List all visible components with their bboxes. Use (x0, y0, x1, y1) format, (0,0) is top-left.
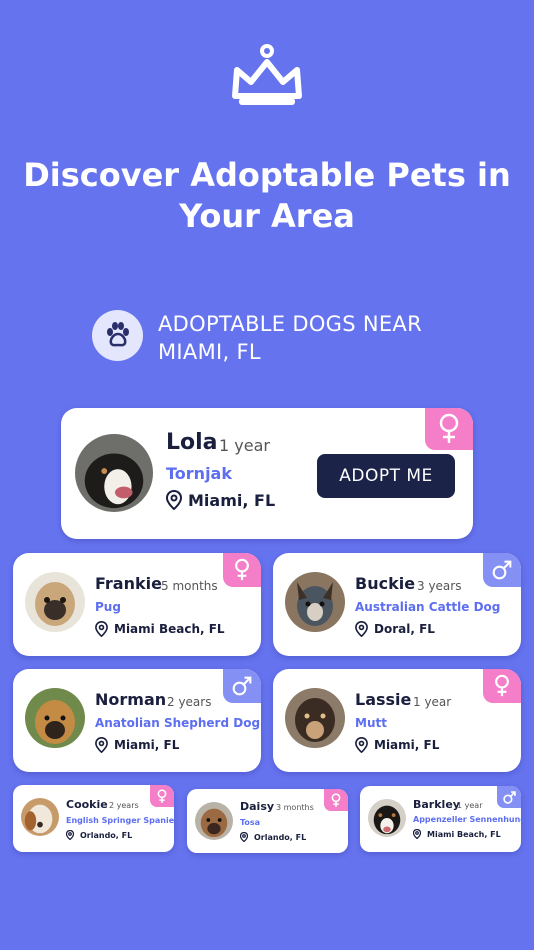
pet-photo (285, 688, 345, 748)
female-badge (324, 789, 348, 811)
adopt-me-button[interactable]: ADOPT ME (317, 454, 455, 498)
pet-age: 1 year (413, 695, 452, 709)
pet-location: Doral, FL (355, 621, 435, 637)
pet-age: 1 year (457, 801, 483, 810)
pet-name: Norman (95, 690, 167, 709)
female-badge (223, 553, 261, 587)
pet-name: Daisy (240, 800, 275, 813)
pet-breed: Australian Cattle Dog (355, 600, 501, 614)
pet-photo (285, 572, 345, 632)
page-headline: Discover Adoptable Pets in Your Area (23, 156, 511, 235)
pet-card[interactable]: Barkley 1 year Appenzeller Sennenhund Mi… (360, 786, 521, 852)
location-pin-icon (355, 737, 368, 753)
pet-name: Lassie (355, 690, 412, 709)
pet-breed: English Springer Spaniel (66, 816, 174, 825)
section-title: ADOPTABLE DOGS NEAR MIAMI, FL (158, 312, 422, 364)
location-pin-icon (95, 737, 108, 753)
pet-breed: Pug (95, 600, 121, 614)
pet-name: Cookie (66, 798, 108, 811)
male-badge (497, 786, 521, 808)
male-badge (483, 553, 521, 587)
female-symbol-icon (495, 674, 509, 697)
pet-age: 3 months (276, 803, 314, 812)
pet-name: Barkley (413, 798, 460, 811)
pet-photo (25, 572, 85, 632)
male-symbol-icon (492, 560, 512, 580)
location-pin-icon (166, 490, 182, 510)
pet-card[interactable]: Lassie 1 year Mutt Miami, FL (273, 669, 521, 772)
pet-card[interactable]: Frankie 5 months Pug Miami Beach, FL (13, 553, 261, 656)
pet-breed: Tornjak (166, 464, 232, 483)
pet-age: 5 months (161, 579, 218, 593)
location-pin-icon (66, 830, 74, 840)
female-symbol-icon (235, 558, 249, 581)
paw-icon-badge (92, 310, 143, 361)
pet-photo (75, 434, 153, 512)
paw-icon (107, 322, 129, 347)
featured-pet-card[interactable]: Lola 1 year Tornjak Miami, FL ADOPT ME (61, 408, 473, 539)
pet-age: 3 years (417, 579, 462, 593)
pet-name: Buckie (355, 574, 416, 593)
pet-location: Miami, FL (95, 737, 179, 753)
pet-card[interactable]: Norman 2 years Anatolian Shepherd Dog Mi… (13, 669, 261, 772)
pet-location: Miami, FL (355, 737, 439, 753)
pet-photo (195, 802, 233, 840)
pet-photo (368, 799, 406, 837)
crown-icon (232, 44, 302, 105)
pet-breed: Mutt (355, 716, 387, 730)
pet-photo (25, 688, 85, 748)
pet-photo (21, 798, 59, 836)
pet-name: Lola (166, 430, 218, 455)
location-pin-icon (240, 832, 248, 842)
pet-breed: Anatolian Shepherd Dog (95, 716, 261, 730)
pet-card[interactable]: Buckie 3 years Australian Cattle Dog Dor… (273, 553, 521, 656)
pet-location: Miami, FL (166, 490, 275, 510)
male-symbol-icon (232, 676, 252, 696)
male-badge (223, 669, 261, 703)
pet-age: 1 year (219, 436, 270, 455)
female-symbol-icon (439, 413, 459, 443)
female-badge (150, 785, 174, 807)
pet-name: Frankie (95, 574, 162, 593)
location-pin-icon (355, 621, 368, 637)
pet-location: Orlando, FL (240, 832, 306, 842)
pet-age: 2 years (109, 801, 139, 810)
female-badge (425, 408, 473, 450)
pet-breed: Tosa (240, 818, 261, 827)
location-pin-icon (95, 621, 108, 637)
female-symbol-icon (331, 792, 341, 807)
pet-location: Miami Beach, FL (413, 829, 501, 839)
location-pin-icon (413, 829, 421, 839)
pet-card[interactable]: Daisy 3 months Tosa Orlando, FL (187, 789, 348, 853)
female-badge (483, 669, 521, 703)
male-symbol-icon (502, 790, 516, 804)
pet-location: Orlando, FL (66, 830, 132, 840)
pet-card[interactable]: Cookie 2 years English Springer Spaniel … (13, 785, 174, 852)
pet-age: 2 years (167, 695, 212, 709)
pet-breed: Appenzeller Sennenhund (413, 815, 521, 824)
female-symbol-icon (157, 788, 167, 803)
pet-location: Miami Beach, FL (95, 621, 225, 637)
section-header: ADOPTABLE DOGS NEAR MIAMI, FL (92, 310, 512, 364)
